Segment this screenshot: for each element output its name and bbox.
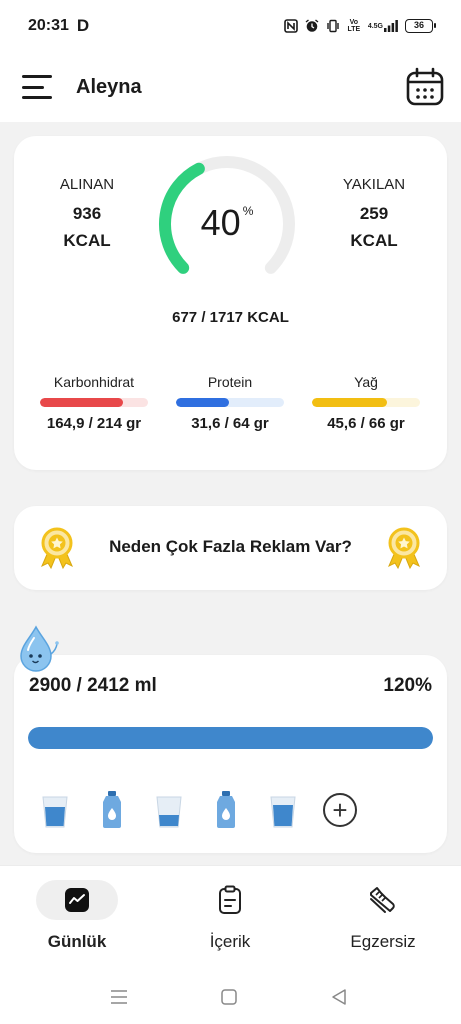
nav-icon-wrap [36,880,118,920]
nav-icon-wrap [342,880,424,920]
nav-exercise[interactable]: Egzersiz [328,880,438,952]
bottom-navigation: Günlük İçerik Egzersiz [0,865,461,970]
signal-icon: 4.5G [368,20,398,32]
water-progress-bar [28,727,433,749]
burned-label: YAKILAN [342,176,406,193]
recent-apps-icon[interactable] [108,986,130,1008]
sneaker-icon [370,887,395,913]
water-tracker-card: 2900 / 2412 ml 120% + [14,655,447,853]
nfc-icon [284,19,298,33]
status-right: Vo LTE 4.5G 36 [284,19,436,33]
nav-label: Günlük [47,932,107,951]
macro-fill [176,398,229,407]
macro-protein: Protein 31,6 / 64 gr [176,374,284,432]
menu-line [22,85,44,89]
nav-icon-wrap [189,880,271,920]
menu-line [22,96,52,99]
back-icon[interactable] [328,986,350,1008]
system-navigation-bar [0,970,461,1024]
ad-info-card[interactable]: Neden Çok Fazla Reklam Var? [14,506,447,590]
water-drop-mascot-icon [20,625,59,672]
nav-daily[interactable]: Günlük [22,880,132,952]
status-left: 20:31 D [28,16,89,36]
taken-calories: ALINAN 936 KCAL [32,176,142,251]
calorie-summary-card[interactable]: ALINAN 936 KCAL 40% YAKILAN 259 KCAL 677… [14,136,447,470]
macro-value: 31,6 / 64 gr [191,415,269,432]
macro-value: 45,6 / 66 gr [327,415,405,432]
water-bottle-icon[interactable] [95,791,129,829]
macro-bar [40,398,148,407]
app-header: Aleyna [0,52,461,122]
macro-bar [176,398,284,407]
macro-label: Karbonhidrat [53,374,135,390]
water-progress-fill [28,727,433,749]
water-glass-icon[interactable] [266,791,300,829]
macro-fill [40,398,124,407]
gauge-percent-value: 40 [200,202,241,243]
vibrate-icon [326,19,340,33]
nav-label: İçerik [209,932,251,951]
water-bottle-icon[interactable] [209,791,243,829]
macro-bar [312,398,420,407]
add-water-button[interactable]: + [323,791,357,829]
clipboard-icon [219,885,241,914]
status-time: 20:31 [28,17,69,34]
nav-content[interactable]: İçerik [175,880,285,952]
award-badge-icon [388,527,420,570]
macro-label: Protein [207,374,253,390]
macro-value: 164,9 / 214 gr [46,415,142,432]
taken-label: ALINAN [59,176,115,193]
water-glass-icon[interactable] [152,791,186,829]
calendar-icon[interactable] [405,67,445,107]
trend-chart-icon [65,888,89,912]
alarm-icon [305,19,319,33]
water-percent: 120% [383,675,432,696]
carrier-logo: D [76,16,90,35]
menu-line [22,75,52,78]
volte-icon: Vo LTE [347,19,361,33]
burned-calories: YAKILAN 259 KCAL [319,176,429,251]
water-items: + [38,789,380,829]
water-glass-icon[interactable] [38,791,72,829]
macro-label: Yağ [354,374,378,390]
plus-icon: + [323,793,357,827]
status-bar: 20:31 D Vo LTE 4.5G 36 [0,0,461,52]
nav-label: Egzersiz [350,932,416,951]
hamburger-menu-icon[interactable] [22,74,54,100]
macro-fill [312,398,387,407]
user-name: Aleyna [76,75,142,98]
battery-icon: 36 [405,19,436,33]
water-amount: 2900 / 2412 ml [29,675,157,696]
macro-carbs: Karbonhidrat 164,9 / 214 gr [40,374,148,432]
gauge-percent-sign: % [242,204,254,218]
network-type: 4.5G [367,22,383,30]
burned-value: 259 [359,204,389,223]
burned-unit: KCAL [350,231,398,250]
kcal-total: 677 / 1717 KCAL [172,309,289,326]
home-icon[interactable] [218,986,240,1008]
taken-value: 936 [72,204,102,223]
gauge-percent: 40% [152,202,302,244]
taken-unit: KCAL [63,231,111,250]
macro-fat: Yağ 45,6 / 66 gr [312,374,420,432]
